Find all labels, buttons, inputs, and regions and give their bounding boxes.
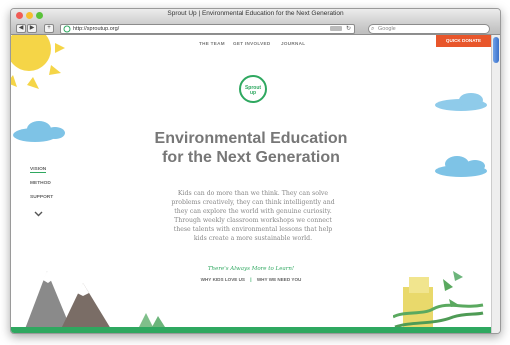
nav-get-involved[interactable]: GET INVOLVED (233, 41, 270, 46)
window-title: Sprout Up | Environmental Education for … (167, 10, 344, 17)
chevron-down-icon[interactable] (34, 211, 43, 217)
browser-window: Sprout Up | Environmental Education for … (10, 8, 501, 334)
hero-links: WHY KIDS LOVE US | WHY WE NEED YOU (171, 277, 331, 282)
headline-line2: for the Next Generation (162, 149, 340, 166)
sun-illustration (11, 35, 65, 89)
why-we-need-you-link[interactable]: WHY WE NEED YOU (257, 277, 302, 282)
reload-icon[interactable]: ↻ (346, 25, 351, 33)
rss-icon[interactable] (330, 25, 342, 31)
search-field[interactable]: ⌕ Google (368, 23, 490, 34)
quick-donate-button[interactable]: QUICK DONATE (436, 35, 491, 47)
headline-line1: Environmental Education (154, 130, 348, 147)
nav-journal[interactable]: JOURNAL (281, 41, 305, 46)
nav-the-team[interactable]: THE TEAM (199, 41, 225, 46)
cloud-left (13, 121, 65, 142)
page-headline: Environmental Education for the Next Gen… (131, 129, 371, 167)
address-bar[interactable]: http://sproutup.org/ ↻ (60, 23, 355, 34)
cloud-right-top (435, 93, 487, 111)
link-separator: | (250, 277, 252, 282)
site-favicon-icon (63, 25, 71, 32)
sprout-up-logo[interactable]: Sprout up (239, 75, 267, 103)
search-placeholder: Google (378, 25, 396, 32)
back-icon: ◀ (18, 25, 24, 31)
title-bar: Sprout Up | Environmental Education for … (11, 9, 500, 22)
sidenav-method[interactable]: METHOD (30, 181, 51, 186)
cloud-right-bottom (435, 156, 487, 177)
footer-grass-strip (11, 327, 491, 333)
plus-icon: + (47, 25, 51, 31)
why-kids-love-us-link[interactable]: WHY KIDS LOVE US (201, 277, 245, 282)
back-button[interactable]: ◀ (16, 24, 26, 33)
url-text: http://sproutup.org/ (73, 25, 120, 32)
web-page: THE TEAM GET INVOLVED JOURNAL QUICK DONA… (11, 35, 491, 333)
search-icon: ⌕ (371, 25, 375, 32)
browser-toolbar: ◀ ▶ + http://sproutup.org/ ↻ ⌕ Google (11, 22, 500, 35)
page-scrollbar[interactable] (491, 35, 500, 333)
logo-text: Sprout up (241, 86, 265, 96)
forward-button[interactable]: ▶ (27, 24, 37, 33)
sidenav-vision[interactable]: VISION (30, 167, 47, 173)
add-bookmark-button[interactable]: + (44, 24, 54, 33)
forward-icon: ▶ (29, 25, 35, 31)
logo-line2: up (249, 90, 257, 96)
intro-paragraph: Kids can do more than we think. They can… (171, 190, 335, 242)
sprout-plant-illustration (393, 271, 484, 329)
mountains-illustration (25, 271, 111, 329)
scrollbar-thumb[interactable] (493, 37, 499, 63)
tagline: There's Always More to Learn! (207, 266, 295, 272)
sidenav-support[interactable]: SUPPORT (30, 195, 53, 200)
